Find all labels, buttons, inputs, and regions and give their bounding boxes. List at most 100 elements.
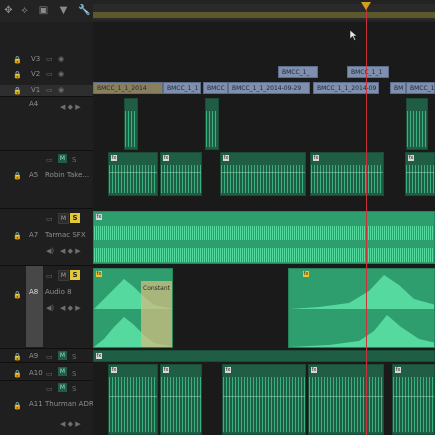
- sync-lock-icon[interactable]: ▭: [46, 86, 53, 94]
- lock-icon[interactable]: 🔒: [13, 353, 22, 361]
- audio-clip[interactable]: fx: [222, 364, 306, 435]
- track-name-a11[interactable]: Thurman ADR: [45, 400, 94, 408]
- keyframe-nav-icon[interactable]: ◀ ◆ ▶: [60, 304, 81, 312]
- audio-clip[interactable]: fx: [310, 152, 384, 196]
- fx-badge-icon: fx: [111, 155, 117, 161]
- video-clip[interactable]: BMCC: [203, 82, 228, 94]
- track-label-v1: V1: [31, 86, 41, 94]
- track-label-a9: A9: [29, 352, 39, 360]
- lock-icon[interactable]: 🔒: [13, 71, 22, 79]
- audio-clip[interactable]: fx: [93, 350, 435, 362]
- waveform-left: [94, 226, 434, 240]
- audio-clip[interactable]: [124, 98, 138, 150]
- fx-badge-icon: fx: [313, 155, 319, 161]
- track-label-a8: A8: [29, 288, 39, 296]
- transition-constant-power[interactable]: Constant: [141, 281, 172, 347]
- video-clip[interactable]: BMCC_1_: [278, 66, 318, 78]
- mute-button-a5[interactable]: M: [58, 154, 67, 163]
- video-clip[interactable]: BM: [390, 82, 406, 94]
- track-label-a11: A11: [29, 400, 43, 408]
- lock-icon[interactable]: 🔒: [13, 370, 22, 378]
- video-clip[interactable]: BMCC_1_1: [347, 66, 389, 78]
- audio-clip[interactable]: fx: [220, 152, 306, 196]
- mouse-cursor-icon: [350, 30, 358, 41]
- audio-clip[interactable]: [205, 98, 219, 150]
- track-name-a8[interactable]: Audio 8: [45, 288, 72, 296]
- marker-icon[interactable]: ▼: [58, 6, 69, 16]
- lock-icon[interactable]: 🔒: [13, 402, 22, 410]
- linked-selection-icon[interactable]: ⟡: [19, 6, 30, 16]
- work-area-bar[interactable]: [93, 12, 435, 18]
- fx-badge-icon: fx: [223, 155, 229, 161]
- audio-clip[interactable]: fx: [308, 364, 384, 435]
- snap-icon[interactable]: ✥: [3, 6, 14, 16]
- speaker-icon[interactable]: ◀): [46, 304, 54, 312]
- time-ruler[interactable]: [93, 4, 435, 20]
- audio-clip[interactable]: fx: [392, 364, 435, 435]
- fx-badge-icon: fx: [96, 353, 102, 359]
- audio-clip[interactable]: fx: [108, 364, 158, 435]
- video-clip[interactable]: BMCC_1_1: [163, 82, 201, 94]
- solo-button-a7[interactable]: S: [70, 213, 80, 223]
- solo-label-a9[interactable]: S: [72, 353, 76, 361]
- audio-clip[interactable]: fx: [160, 364, 202, 435]
- lock-icon[interactable]: 🔒: [13, 172, 22, 180]
- video-clip[interactable]: BMCC_1_1_2014: [93, 82, 163, 94]
- track-label-a5: A5: [29, 171, 39, 179]
- sync-lock-icon[interactable]: ▭: [46, 370, 53, 378]
- sync-lock-icon[interactable]: ▭: [46, 385, 53, 393]
- fx-badge-icon: fx: [395, 367, 401, 373]
- keyframe-nav-icon[interactable]: ◀ ◆ ▶: [60, 103, 81, 111]
- lock-icon[interactable]: 🔒: [13, 291, 22, 299]
- keyframe-nav-icon[interactable]: ◀ ◆ ▶: [60, 420, 81, 428]
- speaker-icon[interactable]: ◀): [46, 247, 54, 255]
- audio-clip[interactable]: fx: [160, 152, 202, 196]
- mute-button-a7[interactable]: M: [58, 213, 69, 224]
- lock-icon[interactable]: 🔒: [13, 56, 22, 64]
- lock-icon[interactable]: 🔒: [13, 87, 22, 95]
- eye-icon[interactable]: ◉: [58, 55, 64, 63]
- sync-lock-icon[interactable]: ▭: [46, 353, 53, 361]
- track-label-a4: A4: [29, 100, 39, 108]
- transition-label: Constant: [143, 285, 170, 292]
- waveform-svg: [289, 275, 434, 347]
- track-label-a7: A7: [29, 231, 39, 239]
- solo-label-a10[interactable]: S: [72, 370, 76, 378]
- video-clip[interactable]: BMCC_1_1_2014-09-29: [228, 82, 310, 94]
- playhead[interactable]: [366, 6, 367, 435]
- audio-clip[interactable]: [406, 98, 428, 150]
- track-name-a5[interactable]: Robin Take...: [45, 171, 89, 179]
- sync-lock-icon[interactable]: ▭: [46, 272, 53, 280]
- a8-target-highlight[interactable]: [26, 265, 43, 347]
- audio-clip-tarmac-sfx[interactable]: fx: [93, 211, 435, 264]
- keyframe-nav-icon[interactable]: ◀ ◆ ▶: [60, 247, 81, 255]
- wrench-icon[interactable]: 🔧: [78, 6, 90, 16]
- eye-icon[interactable]: ◉: [58, 70, 64, 78]
- track-name-a7[interactable]: Tarmac SFX: [45, 231, 86, 239]
- mute-button-a8[interactable]: M: [58, 270, 69, 281]
- track-label-v2: V2: [31, 70, 41, 78]
- video-clip[interactable]: BMCC_1_1: [406, 82, 435, 94]
- solo-label-a5[interactable]: S: [72, 156, 76, 164]
- sync-lock-icon[interactable]: ▭: [46, 215, 53, 223]
- audio-clip[interactable]: fx: [405, 152, 435, 196]
- add-marker-icon[interactable]: ▣: [38, 6, 49, 16]
- lock-icon[interactable]: 🔒: [13, 232, 22, 240]
- mute-button-a11[interactable]: M: [58, 383, 67, 392]
- track-label-v3: V3: [31, 55, 41, 63]
- audio-clip[interactable]: fx: [108, 152, 158, 196]
- audio-clip-a8[interactable]: fx: [288, 268, 435, 348]
- fx-badge-icon: fx: [96, 214, 102, 220]
- mute-button-a9[interactable]: M: [58, 351, 67, 360]
- mute-button-a10[interactable]: M: [58, 367, 67, 376]
- video-clip[interactable]: BMCC_1_1_2014-09: [313, 82, 379, 94]
- audio-clip-a8[interactable]: fx Constant: [93, 268, 173, 348]
- solo-button-a8[interactable]: S: [70, 270, 80, 280]
- solo-label-a11[interactable]: S: [72, 385, 76, 393]
- waveform-right: [94, 248, 434, 262]
- sync-lock-icon[interactable]: ▭: [46, 156, 53, 164]
- sync-lock-icon[interactable]: ▭: [46, 70, 53, 78]
- eye-icon[interactable]: ◉: [58, 86, 64, 94]
- sync-lock-icon[interactable]: ▭: [46, 55, 53, 63]
- fx-badge-icon: fx: [311, 367, 317, 373]
